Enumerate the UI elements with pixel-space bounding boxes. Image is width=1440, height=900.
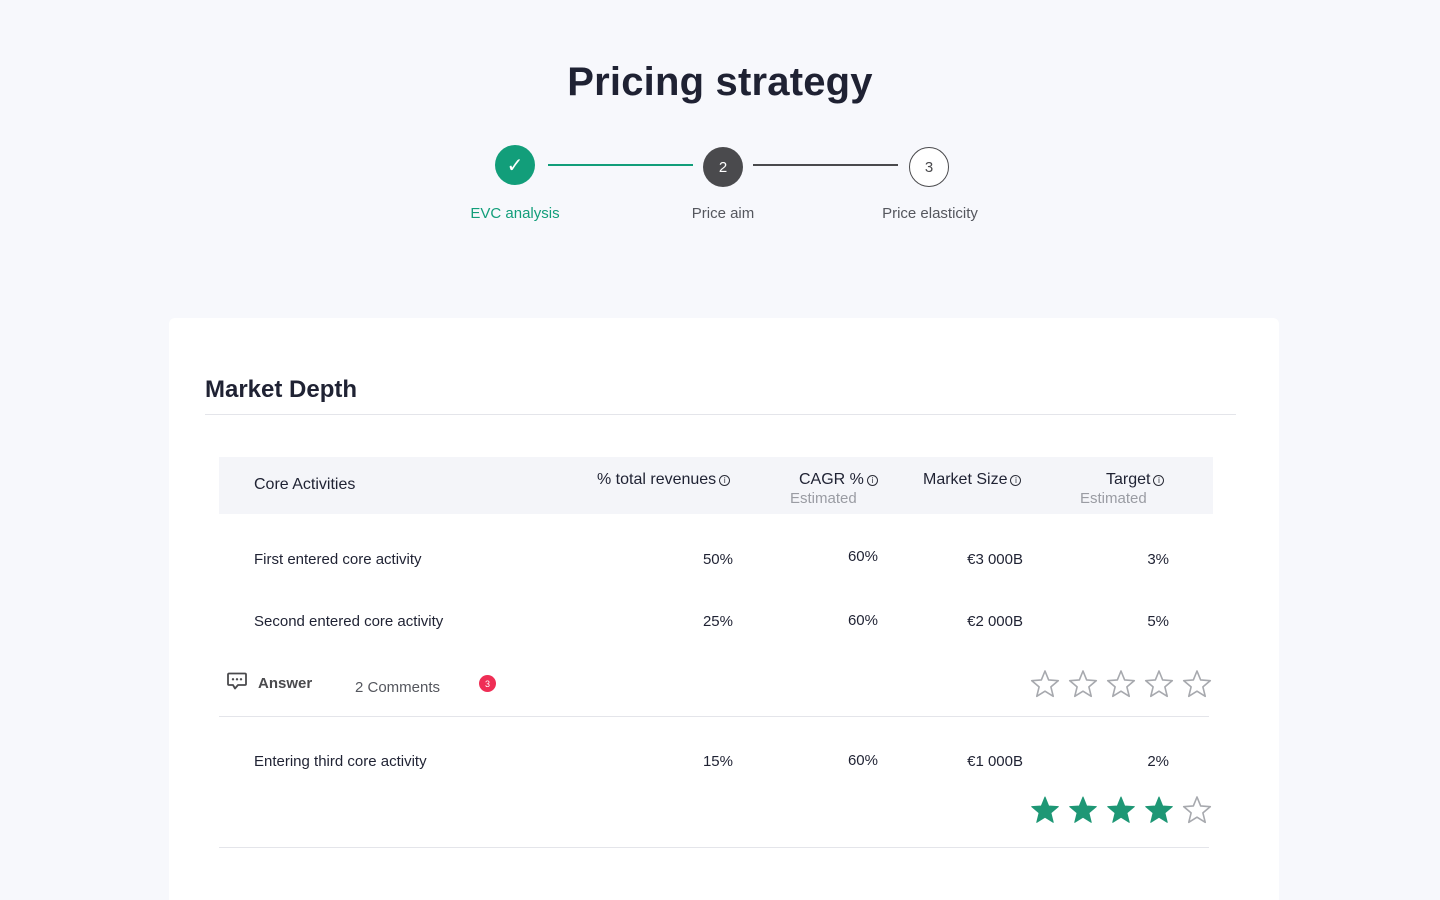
star-empty-icon[interactable] xyxy=(1181,668,1213,700)
column-subheader-target-estimated: Estimated xyxy=(1080,490,1147,507)
row-3-activity: Entering third core activity xyxy=(254,753,427,770)
star-filled-icon[interactable] xyxy=(1029,794,1061,826)
star-filled-icon[interactable] xyxy=(1067,794,1099,826)
page-title: Pricing strategy xyxy=(567,60,873,104)
info-icon[interactable]: i xyxy=(1153,475,1165,486)
star-empty-icon[interactable] xyxy=(1181,794,1213,826)
star-empty-icon[interactable] xyxy=(1105,668,1137,700)
row-1-market-size: €3 000B xyxy=(967,551,1023,568)
row-2-revenues: 25% xyxy=(702,613,733,630)
row-2-market-size: €2 000B xyxy=(967,613,1023,630)
column-header-total-revenues: % total revenues i xyxy=(597,471,731,489)
column-header-target-text: Target xyxy=(1106,471,1151,488)
row-1-revenues: 50% xyxy=(702,551,733,568)
rating-stars-row-3 xyxy=(1029,794,1219,828)
info-icon[interactable]: i xyxy=(866,475,878,486)
comments-link[interactable]: 2 Comments xyxy=(355,679,440,696)
column-header-market-size-text: Market Size xyxy=(923,471,1008,488)
stepper-connector-2 xyxy=(753,164,898,166)
row-2-activity: Second entered core activity xyxy=(254,613,444,630)
row-1-target: 3% xyxy=(1147,551,1169,568)
rating-stars-row-2 xyxy=(1029,668,1219,702)
section-divider xyxy=(205,414,1236,415)
notification-badge: 3 xyxy=(479,675,496,692)
row-3-cagr: 60% xyxy=(847,752,878,769)
column-header-total-revenues-text: % total revenues xyxy=(597,471,717,488)
row-divider xyxy=(219,716,1209,717)
table-header: Core Activities % total revenues i CAGR %… xyxy=(219,457,1213,514)
row-2-target: 5% xyxy=(1147,613,1169,630)
column-header-target: Target i xyxy=(1106,471,1165,489)
comment-icon[interactable] xyxy=(227,672,247,690)
star-empty-icon[interactable] xyxy=(1029,668,1061,700)
row-1-cagr: 60% xyxy=(847,548,878,565)
step-3-label[interactable]: Price elasticity xyxy=(850,205,1010,222)
column-header-cagr: CAGR % i xyxy=(799,471,878,489)
stepper: ✓ 2 3 EVC analysis Price aim Price elast… xyxy=(0,145,1440,235)
answer-button[interactable]: Answer xyxy=(258,675,312,692)
row-3-target: 2% xyxy=(1147,753,1169,770)
stepper-connector-1 xyxy=(548,164,693,166)
column-header-market-size: Market Size i xyxy=(923,471,1022,489)
column-header-core-activities: Core Activities xyxy=(254,476,356,493)
section-title: Market Depth xyxy=(205,376,358,403)
info-icon[interactable]: i xyxy=(1010,475,1022,486)
star-empty-icon[interactable] xyxy=(1067,668,1099,700)
star-empty-icon[interactable] xyxy=(1143,668,1175,700)
star-filled-icon[interactable] xyxy=(1105,794,1137,826)
row-3-market-size: €1 000B xyxy=(967,753,1023,770)
step-3-circle[interactable]: 3 xyxy=(909,147,949,187)
step-1-label[interactable]: EVC analysis xyxy=(435,205,595,222)
market-depth-card: Market Depth Core Activities % total rev… xyxy=(169,318,1279,900)
row-1-activity: First entered core activity xyxy=(254,551,422,568)
row-divider xyxy=(219,847,1209,848)
info-icon[interactable]: i xyxy=(719,475,731,486)
column-header-cagr-text: CAGR % xyxy=(799,471,864,488)
row-3-revenues: 15% xyxy=(702,753,733,770)
row-2-cagr: 60% xyxy=(847,612,878,629)
star-filled-icon[interactable] xyxy=(1143,794,1175,826)
step-1-check-icon[interactable]: ✓ xyxy=(495,145,535,185)
step-2-circle[interactable]: 2 xyxy=(703,147,743,187)
step-2-label[interactable]: Price aim xyxy=(643,205,803,222)
column-subheader-cagr-estimated: Estimated xyxy=(790,490,857,507)
